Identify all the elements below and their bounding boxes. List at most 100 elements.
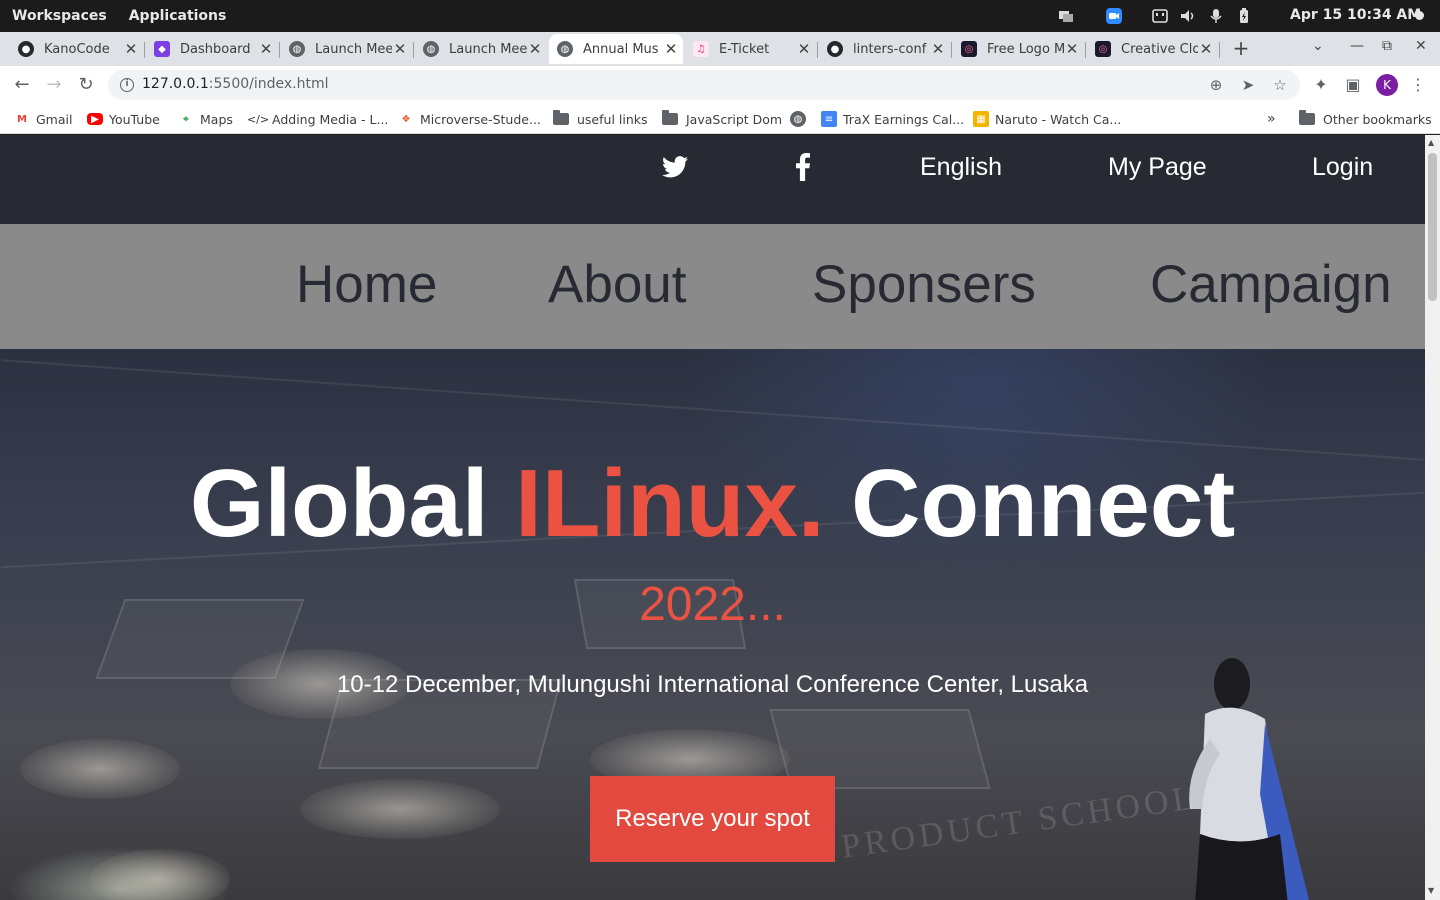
zoom-icon[interactable]: ⊕ bbox=[1208, 77, 1224, 93]
notification-dot-icon[interactable] bbox=[1415, 11, 1424, 20]
os-top-bar: Workspaces Applications Apr 15 10:34 AM bbox=[0, 0, 1440, 32]
my-page-link[interactable]: My Page bbox=[1108, 153, 1207, 182]
bookmark-adding-media[interactable]: </> Adding Media - L... bbox=[246, 110, 389, 128]
hero-event-details: 10-12 December, Mulungushi International… bbox=[336, 671, 1089, 698]
url-text[interactable]: 127.0.0.1:5500/index.html bbox=[142, 76, 329, 92]
reload-icon[interactable]: ↻ bbox=[76, 75, 96, 95]
close-window-icon[interactable]: ✕ bbox=[1415, 38, 1427, 54]
github-icon: ● bbox=[827, 41, 843, 57]
close-tab-icon[interactable]: ✕ bbox=[392, 40, 408, 58]
kebab-menu-icon[interactable]: ⋮ bbox=[1409, 76, 1427, 94]
scroll-up-icon[interactable]: ▲ bbox=[1428, 138, 1434, 147]
screens-icon[interactable] bbox=[1058, 8, 1074, 24]
login-link[interactable]: Login bbox=[1312, 153, 1373, 182]
minimize-window-icon[interactable]: — bbox=[1350, 38, 1364, 54]
bookmark-maps[interactable]: ⌖ Maps bbox=[178, 110, 233, 128]
bookmark-youtube[interactable]: ▶ YouTube bbox=[87, 110, 160, 128]
hero-title: Global ILinux. Connect bbox=[0, 449, 1425, 559]
tab-kanocode[interactable]: ● KanoCode ✕ bbox=[10, 34, 143, 64]
extensions-puzzle-icon[interactable]: ✦ bbox=[1312, 76, 1330, 94]
language-link[interactable]: English bbox=[920, 153, 1002, 182]
applications-menu[interactable]: Applications bbox=[129, 8, 227, 24]
main-navigation: Home About Sponsers Campaign bbox=[0, 224, 1425, 349]
scrollbar-thumb[interactable] bbox=[1428, 153, 1437, 301]
keyboard-icon[interactable] bbox=[1152, 8, 1168, 24]
nav-home[interactable]: Home bbox=[296, 254, 437, 315]
globe-icon: ◍ bbox=[790, 111, 806, 127]
workspaces-menu[interactable]: Workspaces bbox=[12, 8, 107, 24]
bookmark-label: JavaScript Dom bbox=[686, 111, 783, 127]
bookmark-label: Maps bbox=[200, 111, 233, 127]
system-clock[interactable]: Apr 15 10:34 AM bbox=[1290, 7, 1421, 23]
nav-campaign[interactable]: Campaign bbox=[1150, 254, 1392, 315]
close-tab-icon[interactable]: ✕ bbox=[663, 40, 679, 58]
close-tab-icon[interactable]: ✕ bbox=[930, 40, 946, 58]
reserve-spot-button[interactable]: Reserve your spot bbox=[590, 776, 835, 862]
bookmark-globe[interactable]: ◍ bbox=[790, 110, 812, 128]
tab-e-ticket[interactable]: ♫ E-Ticket ✕ bbox=[685, 34, 816, 64]
code-icon: </> bbox=[246, 112, 270, 126]
zoom-app-icon[interactable] bbox=[1106, 8, 1122, 24]
tab-launch-meeting-2[interactable]: ◍ Launch Mee ✕ bbox=[415, 34, 547, 64]
maps-icon: ⌖ bbox=[183, 113, 189, 125]
bookmark-folder-useful-links[interactable]: useful links bbox=[553, 110, 648, 128]
close-tab-icon[interactable]: ✕ bbox=[123, 40, 139, 58]
volume-icon[interactable] bbox=[1180, 8, 1196, 24]
hero-year: 2022... bbox=[639, 578, 786, 631]
tab-creative-cloud[interactable]: ◎ Creative Clo ✕ bbox=[1087, 34, 1218, 64]
tab-title: Launch Mee bbox=[315, 41, 392, 57]
tab-search-chevron-icon[interactable]: ⌄ bbox=[1312, 38, 1324, 54]
youtube-icon: ▶ bbox=[87, 113, 103, 125]
profile-avatar[interactable]: K bbox=[1376, 74, 1398, 96]
hero-section: PRODUCT SCHOOL Global ILinux. Connect 20… bbox=[0, 349, 1425, 900]
gmail-icon: M bbox=[17, 113, 27, 125]
tab-annual-music-active[interactable]: ◍ Annual Mus ✕ bbox=[549, 34, 683, 64]
page-scrollbar[interactable]: ▲ ▼ bbox=[1425, 135, 1440, 900]
bookmark-other-bookmarks[interactable]: Other bookmarks bbox=[1299, 110, 1432, 128]
tab-linters-config[interactable]: ● linters-conf ✕ bbox=[819, 34, 950, 64]
side-panel-icon[interactable]: ▣ bbox=[1344, 76, 1362, 94]
forward-arrow-icon[interactable]: → bbox=[44, 75, 64, 95]
hero-title-part: Global bbox=[189, 450, 516, 557]
maximize-window-icon[interactable]: ⧉ bbox=[1382, 38, 1392, 54]
facebook-icon[interactable] bbox=[795, 153, 811, 181]
bookmark-label: Other bookmarks bbox=[1323, 111, 1432, 127]
scroll-down-icon[interactable]: ▼ bbox=[1428, 886, 1434, 895]
close-tab-icon[interactable]: ✕ bbox=[796, 40, 812, 58]
new-tab-button[interactable]: + bbox=[1230, 37, 1252, 59]
close-tab-icon[interactable]: ✕ bbox=[1198, 40, 1214, 58]
send-icon[interactable]: ➤ bbox=[1240, 77, 1256, 93]
close-tab-icon[interactable]: ✕ bbox=[527, 40, 543, 58]
bookmarks-overflow-chevron-icon[interactable]: » bbox=[1267, 110, 1276, 128]
nav-sponsers[interactable]: Sponsers bbox=[812, 254, 1036, 315]
tab-title: E-Ticket bbox=[719, 41, 770, 57]
tab-title: Annual Mus bbox=[583, 41, 659, 57]
folder-icon bbox=[553, 110, 569, 125]
microphone-icon[interactable] bbox=[1208, 8, 1224, 24]
bookmark-label: Adding Media - L... bbox=[272, 111, 389, 127]
address-bar[interactable]: i 127.0.0.1:5500/index.html ⊕ ➤ ☆ bbox=[108, 70, 1300, 100]
bookmark-naruto[interactable]: ▦ Naruto - Watch Ca... bbox=[973, 110, 1121, 128]
github-icon: ● bbox=[18, 41, 34, 57]
back-arrow-icon[interactable]: ← bbox=[12, 75, 32, 95]
hero-title-accent: ILinux. bbox=[515, 450, 825, 557]
site-info-icon[interactable]: i bbox=[120, 78, 134, 92]
close-tab-icon[interactable]: ✕ bbox=[1064, 40, 1080, 58]
nav-about[interactable]: About bbox=[548, 254, 687, 315]
close-tab-icon[interactable]: ✕ bbox=[258, 40, 274, 58]
twitter-icon[interactable] bbox=[662, 155, 688, 179]
bookmark-label: TraX Earnings Cal... bbox=[843, 111, 965, 127]
bookmark-microverse[interactable]: ❖ Microverse-Stude... bbox=[398, 110, 541, 128]
bookmark-gmail[interactable]: M Gmail bbox=[14, 110, 72, 128]
tab-launch-meeting-1[interactable]: ◍ Launch Mee ✕ bbox=[281, 34, 412, 64]
bookmarks-bar: M Gmail ▶ YouTube ⌖ Maps </> Adding Medi… bbox=[0, 104, 1440, 134]
dashboard-app-icon: ◆ bbox=[154, 41, 170, 57]
battery-icon[interactable] bbox=[1236, 8, 1252, 24]
bookmark-folder-javascript-dom[interactable]: JavaScript Dom bbox=[662, 110, 782, 128]
bookmark-trax-earnings[interactable]: ≡ TraX Earnings Cal... bbox=[821, 110, 964, 128]
globe-icon: ◍ bbox=[289, 41, 305, 57]
tab-free-logo-maker[interactable]: ◎ Free Logo M ✕ bbox=[953, 34, 1084, 64]
docs-icon: ≡ bbox=[821, 111, 837, 127]
tab-dashboard[interactable]: ◆ Dashboard ✕ bbox=[146, 34, 278, 64]
bookmark-star-icon[interactable]: ☆ bbox=[1272, 77, 1288, 93]
